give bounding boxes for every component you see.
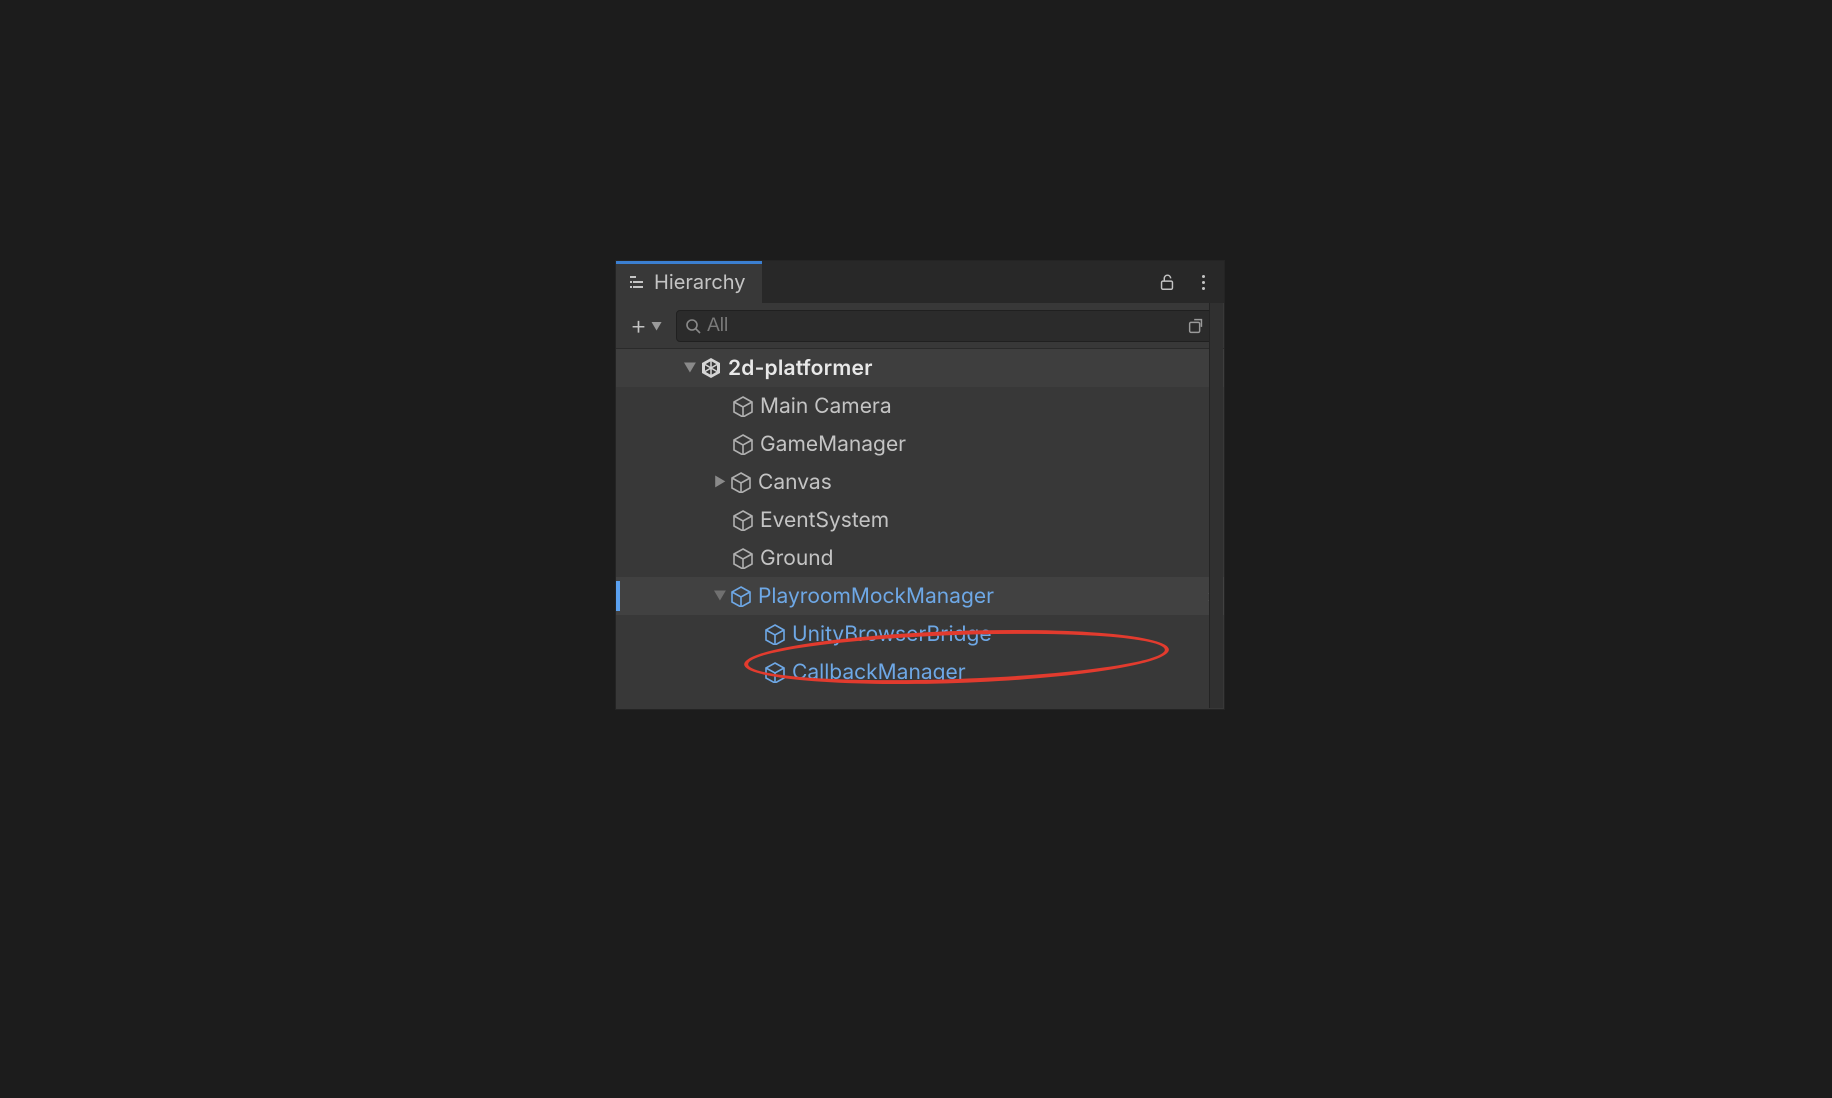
tree-item-callback-manager[interactable]: CallbackManager bbox=[616, 653, 1224, 691]
foldout-icon[interactable]: ▼ bbox=[710, 588, 730, 604]
gameobject-icon bbox=[732, 509, 754, 531]
lock-icon[interactable] bbox=[1156, 271, 1178, 293]
search-icon bbox=[685, 318, 701, 334]
foldout-icon[interactable]: ▶ bbox=[710, 474, 730, 490]
panel-menu-button[interactable] bbox=[1192, 271, 1214, 293]
tree-item-label: Canvas bbox=[758, 470, 832, 495]
prefab-icon bbox=[764, 661, 786, 683]
tree-item-unity-browser-bridge[interactable]: UnityBrowserBridge bbox=[616, 615, 1224, 653]
plus-icon: + bbox=[630, 313, 647, 339]
search-field[interactable] bbox=[676, 310, 1216, 342]
prefab-icon bbox=[730, 585, 752, 607]
tree-item-label: PlayroomMockManager bbox=[758, 584, 994, 609]
panel-scrollbar[interactable] bbox=[1209, 303, 1223, 708]
unity-scene-icon bbox=[700, 357, 722, 379]
tree-item-label: GameManager bbox=[760, 432, 906, 457]
search-type-button[interactable] bbox=[1183, 313, 1209, 339]
gameobject-icon bbox=[732, 433, 754, 455]
tab-label: Hierarchy bbox=[654, 270, 746, 294]
hierarchy-toolbar: + ▼ bbox=[616, 303, 1224, 349]
hierarchy-panel: Hierarchy + ▼ ▼ bbox=[615, 260, 1225, 710]
tree-item-label: Ground bbox=[760, 546, 834, 571]
gameobject-icon bbox=[732, 395, 754, 417]
scene-name: 2d-platformer bbox=[728, 356, 873, 381]
tree-item-game-manager[interactable]: GameManager bbox=[616, 425, 1224, 463]
gameobject-icon bbox=[732, 547, 754, 569]
tree-item-ground[interactable]: Ground bbox=[616, 539, 1224, 577]
tree-item-label: CallbackManager bbox=[792, 660, 966, 685]
tree-item-label: EventSystem bbox=[760, 508, 889, 533]
tree-item-event-system[interactable]: EventSystem bbox=[616, 501, 1224, 539]
tree-item-label: UnityBrowserBridge bbox=[792, 622, 992, 647]
tab-hierarchy[interactable]: Hierarchy bbox=[616, 261, 762, 303]
prefab-icon bbox=[764, 623, 786, 645]
hierarchy-icon bbox=[628, 273, 646, 291]
scene-row[interactable]: ▼ 2d-platformer bbox=[616, 349, 1224, 387]
tree-item-label: Main Camera bbox=[760, 394, 892, 419]
create-button[interactable]: + ▼ bbox=[624, 311, 668, 341]
tree-item-main-camera[interactable]: Main Camera bbox=[616, 387, 1224, 425]
tree-item-canvas[interactable]: ▶ Canvas bbox=[616, 463, 1224, 501]
gameobject-icon bbox=[730, 471, 752, 493]
hierarchy-tree: ▼ 2d-platformer Main Camera GameManager … bbox=[616, 349, 1224, 709]
dropdown-icon: ▼ bbox=[651, 319, 662, 333]
foldout-icon[interactable]: ▼ bbox=[680, 360, 700, 376]
search-input[interactable] bbox=[707, 315, 1177, 337]
tree-item-playroom-mock-manager[interactable]: ▼ PlayroomMockManager › bbox=[616, 577, 1224, 615]
panel-tab-row: Hierarchy bbox=[616, 261, 1224, 303]
